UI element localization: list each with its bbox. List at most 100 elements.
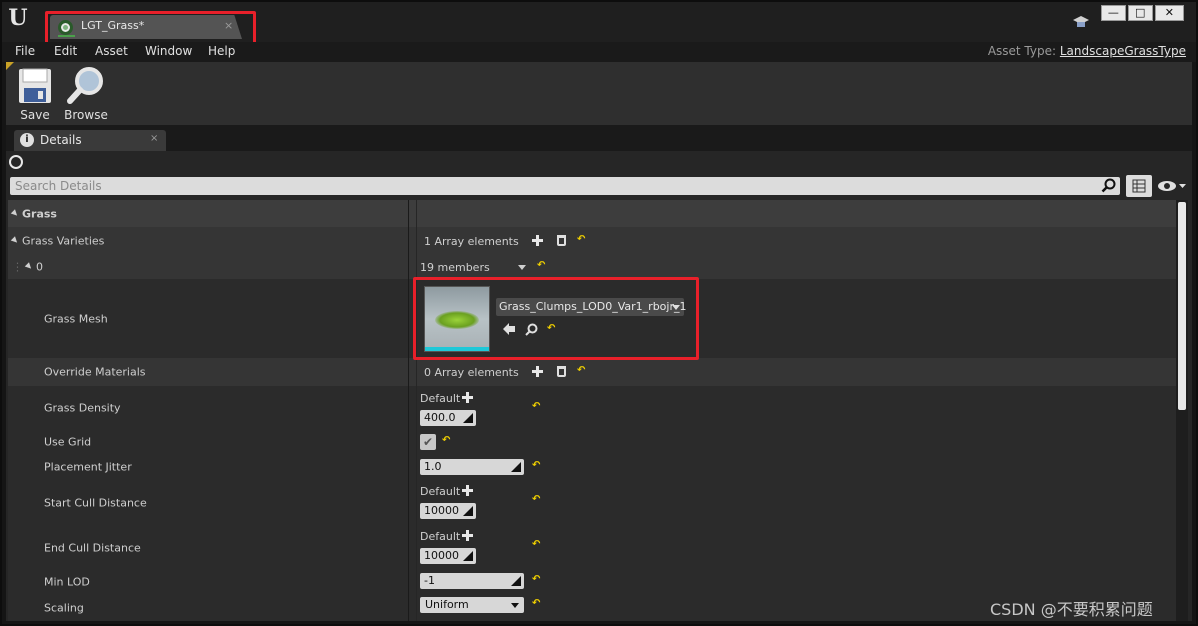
end-cull-distance-label: End Cull Distance — [44, 541, 141, 554]
reset-to-default-icon[interactable]: ↶ — [532, 460, 540, 471]
category-grass[interactable]: Grass — [8, 200, 1176, 227]
row-element-0: ⋮ 0 19 members ↶ — [8, 255, 1176, 279]
lock-selection-icon[interactable] — [9, 155, 23, 169]
grass-density-input[interactable]: 400.0 — [420, 410, 476, 426]
unreal-logo-icon: U — [8, 5, 28, 31]
min-lod-input[interactable]: -1 — [420, 573, 524, 589]
start-cull-distance-label: Start Cull Distance — [44, 496, 147, 509]
tab-highlight-box — [45, 11, 256, 46]
grass-mesh-label: Grass Mesh — [44, 312, 108, 325]
row-grass-varieties: Grass Varieties 1 Array elements ↶ — [8, 227, 1176, 255]
reset-to-default-icon[interactable]: ↶ — [537, 260, 545, 271]
details-tab-label: Details — [40, 133, 82, 147]
add-element-icon[interactable] — [532, 366, 543, 377]
reset-to-default-icon[interactable]: ↶ — [532, 539, 540, 550]
grass-varieties-label[interactable]: Grass Varieties — [10, 235, 104, 248]
placement-jitter-input[interactable]: 1.0 — [420, 459, 524, 475]
row-end-cull-distance: End Cull Distance Default 10000 ↶ — [8, 525, 1176, 570]
search-details-input[interactable]: Search Details — [10, 177, 1120, 195]
row-use-grid: Use Grid ✔ ↶ — [8, 430, 1176, 454]
start-cull-default-label: Default — [420, 485, 461, 498]
menu-file[interactable]: File — [15, 44, 35, 58]
details-tab-bar: i Details × — [6, 125, 1192, 151]
asset-type-link[interactable]: LandscapeGrassType — [1060, 44, 1186, 58]
delete-all-icon[interactable] — [557, 366, 566, 377]
override-materials-label: Override Materials — [44, 365, 146, 379]
menu-bar: File Edit Asset Window Help Asset Type: … — [0, 42, 1198, 62]
menu-help[interactable]: Help — [208, 44, 235, 58]
delete-all-icon[interactable] — [557, 235, 566, 246]
use-grid-checkbox[interactable]: ✔ — [420, 434, 436, 450]
view-options-eye-icon[interactable] — [1156, 178, 1188, 194]
drag-handle-icon — [463, 551, 473, 561]
drag-handle-icon — [463, 506, 473, 516]
category-grass-label: Grass — [10, 207, 57, 220]
column-splitter[interactable] — [408, 200, 409, 621]
close-window-button[interactable]: ✕ — [1154, 5, 1184, 21]
reset-to-default-icon[interactable]: ↶ — [577, 365, 585, 376]
grass-density-default-label: Default — [420, 392, 461, 405]
property-matrix-button[interactable] — [1126, 175, 1152, 197]
reset-to-default-icon[interactable]: ↶ — [532, 574, 540, 585]
details-tab-close-icon[interactable]: × — [150, 133, 158, 144]
start-cull-distance-input[interactable]: 10000 — [420, 503, 476, 519]
end-cull-default-label: Default — [420, 530, 461, 543]
grass-density-label: Grass Density — [44, 401, 121, 415]
end-cull-distance-input[interactable]: 10000 — [420, 548, 476, 564]
list-view-icon — [1132, 179, 1146, 193]
add-element-icon[interactable] — [532, 235, 543, 246]
property-grid: Grass Grass Varieties 1 Array elements ↶… — [8, 200, 1176, 621]
menu-edit[interactable]: Edit — [54, 44, 77, 58]
scrollbar-thumb[interactable] — [1178, 202, 1186, 410]
scaling-label: Scaling — [44, 601, 84, 614]
watermark: CSDN @不要积累问题 — [990, 600, 1153, 619]
drag-handle-icon — [511, 462, 521, 472]
add-platform-override-icon[interactable] — [462, 485, 473, 496]
save-label: Save — [20, 108, 50, 122]
min-lod-label: Min LOD — [44, 575, 90, 589]
reset-to-default-icon[interactable]: ↶ — [532, 401, 540, 412]
grass-varieties-count: 1 Array elements — [424, 235, 519, 248]
element-0-menu-icon[interactable] — [515, 259, 531, 275]
reset-to-default-icon[interactable]: ↶ — [532, 598, 540, 609]
reset-to-default-icon[interactable]: ↶ — [442, 435, 450, 446]
toolbar-corner-marker — [6, 62, 14, 70]
search-icon — [1101, 178, 1116, 193]
details-tab[interactable]: i Details × — [14, 130, 166, 151]
add-platform-override-icon[interactable] — [462, 530, 473, 541]
add-platform-override-icon[interactable] — [462, 392, 473, 403]
asset-type-indicator: Asset Type: LandscapeGrassType — [988, 44, 1186, 58]
save-button[interactable]: Save — [10, 66, 60, 122]
minimize-button[interactable]: — — [1101, 5, 1126, 21]
browse-button[interactable]: Browse — [61, 66, 111, 122]
search-placeholder: Search Details — [15, 179, 102, 193]
row-override-materials: Override Materials 0 Array elements ↶ — [8, 358, 1176, 386]
grass-mesh-highlight-box — [413, 277, 699, 360]
row-placement-jitter: Placement Jitter 1.0 ↶ — [8, 454, 1176, 480]
info-icon: i — [20, 133, 34, 147]
magnifier-icon — [67, 67, 103, 104]
toolbar: Save Browse — [6, 62, 1192, 125]
reset-to-default-icon[interactable]: ↶ — [532, 494, 540, 505]
blueprint-hat-icon[interactable] — [1073, 15, 1089, 29]
maximize-button[interactable]: □ — [1127, 5, 1153, 21]
use-grid-label: Use Grid — [44, 435, 92, 449]
element-0-members: 19 members — [420, 261, 490, 274]
menu-window[interactable]: Window — [145, 44, 192, 58]
menu-asset[interactable]: Asset — [95, 44, 128, 58]
override-materials-count: 0 Array elements — [424, 366, 519, 379]
placement-jitter-label: Placement Jitter — [44, 460, 132, 474]
details-scrollbar[interactable] — [1176, 200, 1188, 621]
row-grass-density: Grass Density Default 400.0 ↶ — [8, 386, 1176, 430]
window-controls: — □ ✕ — [1101, 5, 1184, 21]
asset-type-label: Asset Type: — [987, 44, 1057, 58]
scaling-dropdown[interactable]: Uniform — [420, 597, 524, 613]
row-start-cull-distance: Start Cull Distance Default 10000 ↶ — [8, 480, 1176, 525]
row-min-lod: Min LOD -1 ↶ — [8, 570, 1176, 594]
save-disk-icon — [19, 68, 51, 103]
browse-label: Browse — [64, 108, 108, 122]
drag-handle-icon — [511, 576, 521, 586]
drag-handle-icon — [463, 413, 473, 423]
reset-to-default-icon[interactable]: ↶ — [577, 234, 585, 245]
element-0-label[interactable]: ⋮ 0 — [12, 261, 43, 274]
